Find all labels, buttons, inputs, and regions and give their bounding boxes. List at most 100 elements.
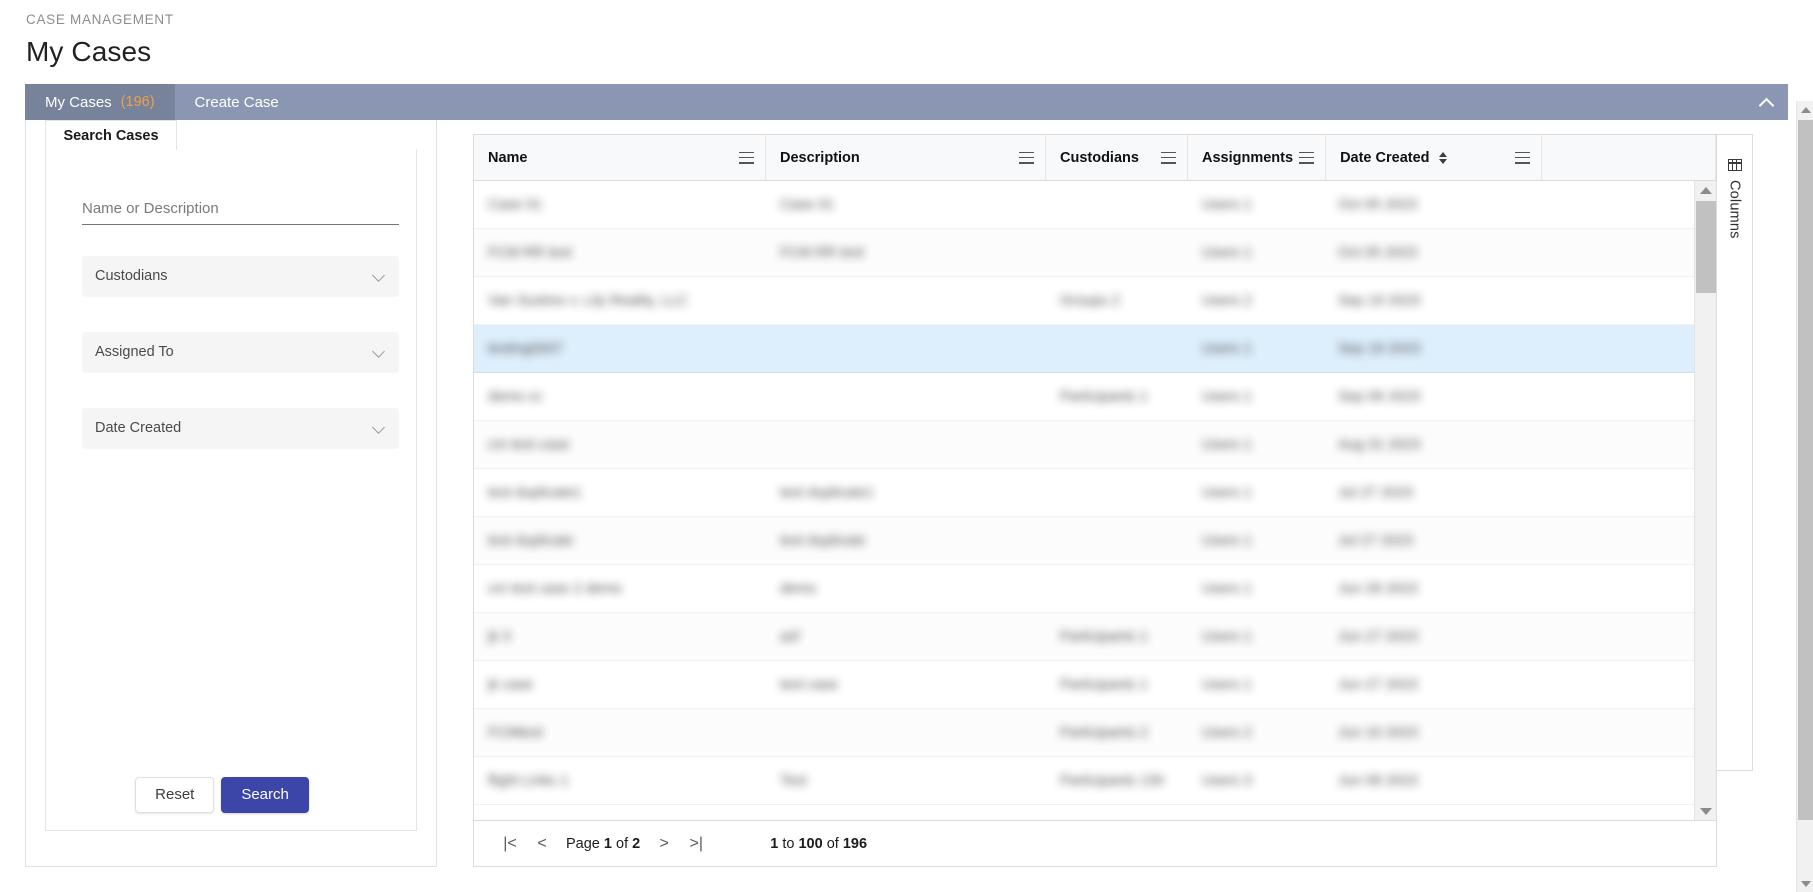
cell-date-created: Jun 27 2023: [1338, 676, 1418, 693]
table-row[interactable]: FCM RR test FCM RR test Users 1 Oct 05 2023: [474, 229, 1695, 277]
hamburger-menu-icon[interactable]: [739, 151, 754, 164]
cell-assignments: Users 2: [1202, 292, 1252, 309]
column-header-assignments[interactable]: Assignments: [1188, 135, 1327, 180]
cell-date-created: Aug 31 2023: [1338, 436, 1421, 453]
reset-button[interactable]: Reset: [135, 776, 215, 813]
cell-date-created: Sep 06 2023: [1338, 388, 1421, 405]
prev-page-button[interactable]: <: [526, 829, 558, 859]
search-cases-tab[interactable]: Search Cases: [45, 120, 177, 150]
column-header-date-created[interactable]: Date Created: [1326, 135, 1543, 180]
page-scroll-up-icon[interactable]: [1797, 101, 1813, 118]
cell-assignments: Users 1: [1202, 244, 1252, 261]
cell-date-created: Oct 05 2023: [1338, 196, 1417, 213]
table-row[interactable]: jk case test case Participants 1 Users 1 Jun…: [474, 661, 1695, 709]
cell-assignments: Users 1: [1202, 196, 1252, 213]
grid-scroll-thumb[interactable]: [1696, 201, 1716, 293]
page-scroll-thumb[interactable]: [1798, 120, 1813, 820]
assigned-to-select[interactable]: Assigned To: [82, 332, 399, 372]
search-panel-actions: Reset Search: [46, 776, 416, 813]
grid-vertical-scrollbar[interactable]: [1694, 181, 1716, 820]
column-header-name[interactable]: Name: [474, 135, 766, 180]
columns-side-tab-label: Columns: [1726, 180, 1743, 239]
chevron-down-icon: [373, 270, 386, 283]
table-row[interactable]: cm test case Users 1 Aug 31 2023: [474, 421, 1695, 469]
last-page-button[interactable]: >|: [680, 829, 712, 859]
cell-description: Case 01: [780, 196, 835, 213]
scroll-down-arrow-icon[interactable]: [1695, 802, 1716, 820]
tab-create-case[interactable]: Create Case: [175, 84, 299, 120]
cell-name: jk 3: [488, 628, 511, 645]
date-created-select[interactable]: Date Created: [82, 408, 399, 448]
sort-updown-icon[interactable]: [1438, 151, 1449, 165]
table-row[interactable]: cm test case 2 demo demo Users 1 Jun 28 202…: [474, 565, 1695, 613]
search-input-wrap: [82, 196, 399, 225]
chevron-up-icon: [1760, 98, 1773, 106]
table-row[interactable]: test duplicate test duplicate Users 1 Jul 2…: [474, 517, 1695, 565]
range-to: 100: [798, 835, 823, 852]
tab-my-cases-label: My Cases: [45, 93, 112, 111]
cell-assignments: Users 1: [1202, 580, 1252, 597]
custodians-select[interactable]: Custodians: [82, 256, 399, 296]
cell-custodians: Participants 2: [1060, 724, 1148, 741]
hamburger-menu-icon[interactable]: [1161, 151, 1176, 164]
chevron-down-icon: [373, 346, 386, 359]
table-row[interactable]: Van Sustrex v. Lily Reality, LLC Groups 2…: [474, 277, 1695, 325]
tab-my-cases-count: (196): [120, 94, 155, 110]
first-page-button[interactable]: |<: [494, 829, 526, 859]
table-row[interactable]: jk 3 asf Participants 1 Users 1 Jun 27 2023: [474, 613, 1695, 661]
cases-grid: Name Description Custodians Assignments …: [473, 134, 1717, 867]
column-header-date-created-label: Date Created: [1340, 149, 1430, 166]
table-row[interactable]: FCMtest Participants 2 Users 2 Jun 16 2023: [474, 709, 1695, 757]
cell-assignments: Users 1: [1202, 436, 1252, 453]
cell-date-created: Jun 08 2023: [1338, 772, 1418, 789]
cell-description: asf: [780, 628, 800, 645]
search-input[interactable]: [82, 196, 399, 225]
tab-my-cases[interactable]: My Cases (196): [25, 84, 175, 120]
columns-side-tab[interactable]: Columns: [1717, 134, 1753, 771]
tab-create-case-label: Create Case: [194, 93, 279, 111]
cell-assignments: Users 1: [1202, 388, 1252, 405]
collapse-panel-button[interactable]: [1744, 84, 1788, 120]
table-row[interactable]: test duplicate1 test duplicate1 Users 1 Jul…: [474, 469, 1695, 517]
scroll-up-arrow-icon[interactable]: [1695, 181, 1716, 199]
grid-rows: Case 01 Case 01 Users 1 Oct 05 2023 FCM RR t…: [474, 181, 1695, 805]
column-header-description[interactable]: Description: [766, 135, 1046, 180]
cell-name: demo cc: [488, 388, 543, 405]
cell-assignments: Users 1: [1202, 532, 1252, 549]
page-of-word: of: [616, 835, 629, 852]
table-row[interactable]: flight Links 1 Test Participants 130 Users …: [474, 757, 1695, 805]
tabbar-spacer: [299, 84, 1744, 120]
hamburger-menu-icon[interactable]: [1299, 151, 1315, 164]
assigned-to-select-label: Assigned To: [95, 344, 174, 360]
search-cases-card: Custodians Assigned To Date Created Rese…: [45, 149, 417, 831]
cell-assignments: Users 1: [1202, 628, 1252, 645]
cell-custodians: Participants 1: [1060, 676, 1148, 693]
column-header-custodians[interactable]: Custodians: [1046, 135, 1188, 180]
table-row[interactable]: Case 01 Case 01 Users 1 Oct 05 2023: [474, 181, 1695, 229]
cell-date-created: Oct 05 2023: [1338, 244, 1417, 261]
cell-assignments: Users 1: [1202, 484, 1252, 501]
range-from: 1: [770, 835, 779, 852]
column-header-description-label: Description: [780, 149, 860, 166]
page-title: My Cases: [26, 36, 152, 67]
hamburger-menu-icon[interactable]: [1019, 151, 1034, 164]
page-scroll-down-icon[interactable]: [1797, 875, 1813, 892]
cell-date-created: Jul 27 2023: [1338, 532, 1413, 549]
total-pages: 2: [632, 835, 641, 852]
next-page-button[interactable]: >: [648, 829, 680, 859]
table-row[interactable]: demo cc Participants 1 Users 1 Sep 06 2023: [474, 373, 1695, 421]
row-range-indicator: 1 to 100 of 196: [770, 836, 867, 852]
table-row[interactable]: testing0007 Users 1 Sep 19 2023: [474, 325, 1695, 373]
cell-name: testing0007: [488, 340, 563, 357]
page-scrollbar[interactable]: [1796, 101, 1813, 892]
search-button[interactable]: Search: [221, 776, 309, 813]
hamburger-menu-icon[interactable]: [1515, 151, 1531, 164]
page-prefix: Page: [566, 835, 600, 852]
cell-assignments: Users 1: [1202, 340, 1252, 357]
cell-description: demo: [780, 580, 817, 597]
cell-name: cm test case: [488, 436, 570, 453]
cell-name: FCM RR test: [488, 244, 572, 261]
cell-date-created: Sep 19 2023: [1338, 340, 1421, 357]
chevron-down-icon: [373, 422, 386, 435]
grid-header-row: Name Description Custodians Assignments …: [474, 135, 1716, 181]
